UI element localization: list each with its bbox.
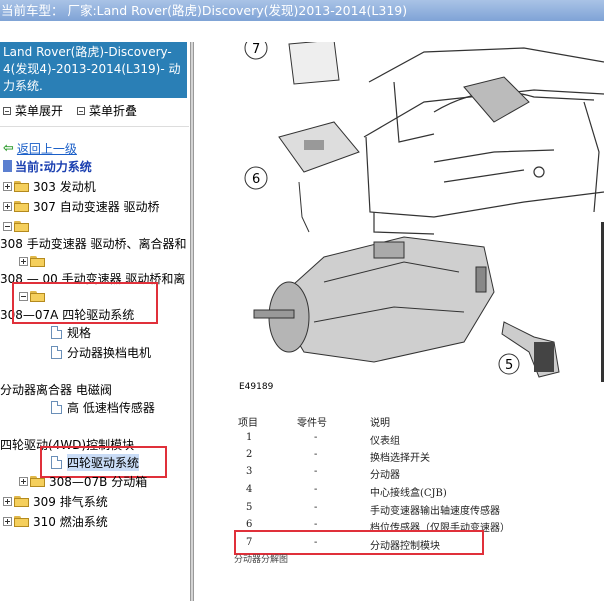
sidebar-banner: Land Rover(路虎)-Discovery-4(发现4)-2013-201… (0, 42, 187, 98)
module-component (463, 76, 530, 123)
expand-toggle-icon[interactable] (19, 476, 28, 486)
folder-icon (14, 515, 29, 527)
document-icon (51, 345, 62, 359)
tree-item-spec[interactable]: 规格 (51, 324, 91, 340)
exploded-view-figure: 7 6 5 (244, 42, 604, 382)
window-titlebar: 当前车型： 厂家:Land Rover(路虎)Discovery(发现)2013… (0, 0, 604, 21)
vehicle-illustration (363, 47, 604, 235)
divider (0, 126, 189, 127)
back-arrow-icon: ⇦ (3, 140, 14, 156)
tree-item-label: 规格 (67, 325, 92, 340)
tree-item-310[interactable]: 310 燃油系统 (3, 513, 108, 529)
menu-expand-label: 菜单展开 (15, 104, 64, 118)
table-header-item: 项目 (238, 418, 258, 429)
sidebar: Land Rover(路虎)-Discovery-4(发现4)-2013-201… (0, 42, 189, 601)
table-header-desc: 说明 (370, 418, 390, 429)
document-icon (51, 400, 62, 414)
tree-item-label: 310 燃油系统 (33, 514, 108, 529)
tree-item-303[interactable]: 303 发动机 (3, 178, 96, 194)
tree-toggle-308[interactable] (3, 218, 33, 234)
expand-toggle-icon[interactable] (3, 516, 12, 526)
svg-text:6: 6 (252, 172, 260, 187)
expand-icon (3, 106, 11, 115)
current-section-icon (3, 160, 12, 172)
table-header-part: 零件号 (297, 418, 327, 429)
folder-icon (14, 180, 29, 192)
back-link[interactable]: ⇦ 返回上一级 (3, 140, 77, 156)
tree-item-label: 303 发动机 (33, 179, 96, 194)
expand-toggle-icon[interactable] (3, 201, 12, 211)
menu-expand-button[interactable]: 菜单展开 (3, 102, 63, 119)
expand-toggle-icon[interactable] (3, 496, 12, 506)
folder-icon (30, 475, 45, 487)
transmission-illustration (253, 236, 495, 363)
folder-icon (14, 220, 29, 232)
tree-item-label: 高 低速档传感器 (67, 400, 155, 415)
tree-item-307[interactable]: 307 自动变速器 驱动桥 (3, 198, 160, 214)
tree-item-label: 分动器离合器 电磁阀 (0, 382, 112, 397)
callout-7: 7 (244, 42, 340, 85)
window-title: 当前车型： 厂家:Land Rover(路虎)Discovery(发现)2013… (1, 3, 408, 18)
tree-item-label: 309 排气系统 (33, 494, 108, 509)
svg-text:7: 7 (252, 42, 260, 57)
tree-item-label: 307 自动变速器 驱动桥 (33, 199, 160, 214)
folder-icon (14, 495, 29, 507)
table-caption: 分动器分解图 (234, 555, 289, 565)
tree-item-label: 分动器换档电机 (67, 345, 152, 360)
document-icon (51, 325, 62, 339)
tree-item-shift-motor[interactable]: 分动器换档电机 (51, 344, 151, 360)
content-pane: 7 6 5 E49189 项目 零件号 说明 1 - 仪表组 2 - 换档选择开… (194, 42, 604, 601)
callout-5: 5 (498, 321, 560, 378)
figure-id: E49189 (239, 382, 274, 392)
callout-6: 6 (244, 121, 360, 233)
tree-item-308[interactable]: 308 手动变速器 驱动桥、离合器和 (0, 235, 187, 251)
expand-toggle-icon[interactable] (19, 256, 28, 266)
svg-text:5: 5 (505, 358, 513, 373)
tree-item-label: 308—07B 分动箱 (49, 474, 148, 489)
tree-toggle-308-00[interactable] (19, 253, 49, 269)
tree-item-309[interactable]: 309 排气系统 (3, 493, 108, 509)
menu-collapse-label: 菜单折叠 (89, 104, 138, 118)
tree-item-308-07b[interactable]: 308—07B 分动箱 (19, 473, 147, 489)
folder-icon (30, 255, 45, 267)
menu-collapse-button[interactable]: 菜单折叠 (77, 102, 137, 119)
collapse-toggle-icon[interactable] (3, 221, 12, 231)
current-section-label: 当前:动力系统 (15, 159, 92, 174)
highlight-box (12, 282, 158, 324)
folder-icon (14, 200, 29, 212)
tree-item-label: 308 手动变速器 驱动桥、离合器和 (0, 236, 187, 251)
tree-item-solenoid[interactable]: 分动器离合器 电磁阀 (0, 381, 112, 397)
collapse-icon (77, 106, 85, 115)
expand-toggle-icon[interactable] (3, 181, 12, 191)
current-section: 当前:动力系统 (3, 158, 92, 174)
back-link-label: 返回上一级 (16, 141, 77, 156)
tree-item-sensor[interactable]: 高 低速档传感器 (51, 399, 155, 415)
